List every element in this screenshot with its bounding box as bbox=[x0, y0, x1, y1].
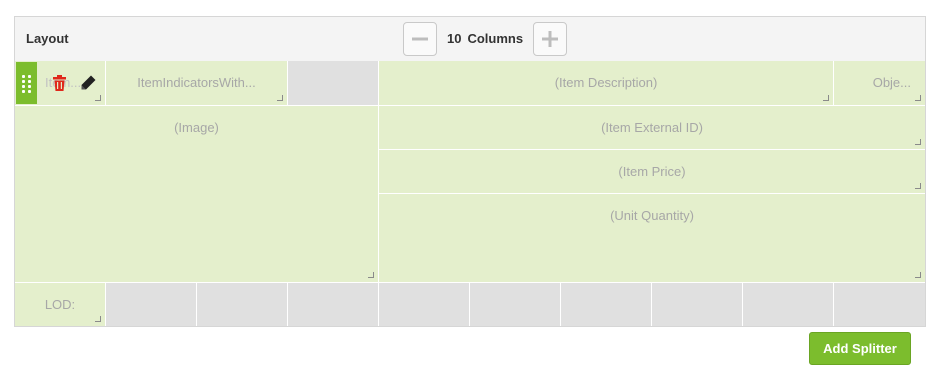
object-label: Obje... bbox=[872, 75, 911, 90]
item-description-label: (Item Description) bbox=[554, 75, 658, 90]
layout-panel: Layout 10 Columns ItemIndicatorsWith... … bbox=[14, 16, 926, 327]
layout-grid: Item... ItemIndicatorsWith... (Item Desc… bbox=[15, 61, 925, 326]
layout-title: Layout bbox=[26, 31, 69, 46]
item-description-cell[interactable]: (Item Description) bbox=[379, 61, 833, 105]
empty-grid-cell[interactable] bbox=[743, 283, 833, 326]
column-count-value: 10 bbox=[447, 31, 462, 46]
pencil-icon[interactable] bbox=[80, 74, 97, 91]
empty-grid-cell[interactable] bbox=[379, 283, 469, 326]
empty-grid-cell[interactable] bbox=[288, 283, 378, 326]
empty-grid-cell[interactable] bbox=[652, 283, 742, 326]
empty-grid-cell[interactable] bbox=[834, 283, 925, 326]
resize-corner-icon[interactable] bbox=[915, 272, 921, 278]
drag-handle[interactable] bbox=[16, 62, 37, 104]
image-cell[interactable]: (Image) bbox=[15, 106, 378, 282]
item-external-id-label: (Item External ID) bbox=[601, 120, 703, 135]
object-cell[interactable]: Obje... bbox=[834, 61, 925, 105]
empty-grid-cell[interactable] bbox=[470, 283, 560, 326]
unit-quantity-cell[interactable]: (Unit Quantity) bbox=[379, 194, 925, 282]
layout-header: Layout 10 Columns bbox=[15, 17, 925, 62]
item-price-cell[interactable]: (Item Price) bbox=[379, 150, 925, 193]
lod-cell[interactable]: LOD: bbox=[15, 283, 105, 326]
item-external-id-cell[interactable]: (Item External ID) bbox=[379, 106, 925, 149]
empty-grid-cell[interactable] bbox=[561, 283, 651, 326]
resize-corner-icon[interactable] bbox=[915, 183, 921, 189]
decrease-columns-button[interactable] bbox=[403, 22, 437, 56]
resize-corner-icon[interactable] bbox=[95, 95, 101, 101]
minus-icon bbox=[412, 37, 428, 41]
unit-quantity-label: (Unit Quantity) bbox=[610, 208, 694, 223]
resize-corner-icon[interactable] bbox=[95, 316, 101, 322]
plus-icon bbox=[542, 31, 558, 47]
resize-corner-icon[interactable] bbox=[915, 139, 921, 145]
increase-columns-button[interactable] bbox=[533, 22, 567, 56]
empty-grid-cell[interactable] bbox=[106, 283, 196, 326]
item-indicators-label: ItemIndicatorsWith... bbox=[137, 75, 256, 90]
resize-corner-icon[interactable] bbox=[277, 95, 283, 101]
add-splitter-button[interactable]: Add Splitter bbox=[809, 332, 911, 365]
image-label: (Image) bbox=[174, 120, 219, 135]
column-count-label: 10 Columns bbox=[447, 31, 523, 46]
empty-grid-cell[interactable] bbox=[197, 283, 287, 326]
resize-corner-icon[interactable] bbox=[823, 95, 829, 101]
resize-corner-icon[interactable] bbox=[915, 95, 921, 101]
trash-icon[interactable] bbox=[53, 75, 66, 91]
item-indicators-cell[interactable]: ItemIndicatorsWith... bbox=[106, 61, 287, 105]
resize-corner-icon[interactable] bbox=[368, 272, 374, 278]
lod-label: LOD: bbox=[44, 297, 76, 312]
item-price-label: (Item Price) bbox=[618, 164, 686, 179]
item-field-cell[interactable]: Item... bbox=[15, 61, 105, 105]
columns-word: Columns bbox=[467, 31, 524, 46]
empty-grid-cell[interactable] bbox=[288, 61, 378, 105]
